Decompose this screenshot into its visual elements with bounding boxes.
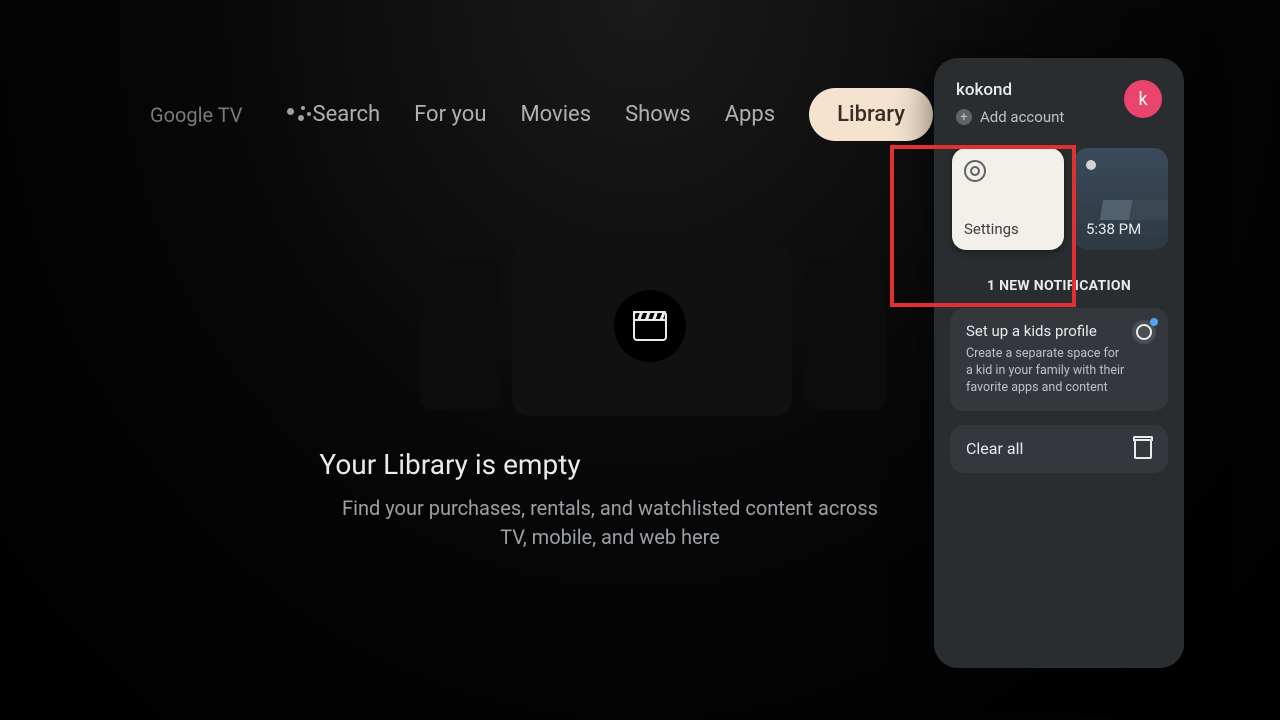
brand-logo: Google TV: [150, 103, 243, 127]
library-card-peek-left: [420, 260, 500, 410]
sun-icon: [1086, 160, 1096, 170]
settings-label: Settings: [964, 220, 1052, 238]
nav-search[interactable]: Search: [287, 102, 381, 127]
add-account-label: Add account: [980, 108, 1064, 126]
nav-shows[interactable]: Shows: [625, 102, 691, 127]
kids-profile-body: Create a separate space for a kid in you…: [966, 346, 1152, 397]
top-nav: Google TV Search For you Movies Shows Ap…: [150, 88, 933, 141]
nav-apps[interactable]: Apps: [725, 102, 775, 127]
trash-icon: [1134, 439, 1152, 459]
clear-all-button[interactable]: Clear all: [950, 425, 1168, 473]
nav-library[interactable]: Library: [809, 88, 933, 141]
plus-icon: +: [956, 109, 972, 125]
nav-movies[interactable]: Movies: [520, 102, 591, 127]
account-name[interactable]: kokond: [956, 80, 1064, 100]
gear-icon: [964, 160, 986, 182]
avatar[interactable]: k: [1124, 80, 1162, 118]
library-card-peek-right: [806, 260, 886, 410]
notification-header: 1 NEW NOTIFICATION: [934, 278, 1184, 294]
mountain-graphic: [1074, 200, 1168, 220]
quick-settings-panel: kokond + Add account k Settings 5:38 PM …: [934, 58, 1184, 668]
clear-all-label: Clear all: [966, 439, 1023, 458]
library-empty-icon-circle: [614, 290, 686, 362]
assistant-icon: [287, 106, 305, 124]
quick-tiles-row: Settings 5:38 PM: [950, 148, 1168, 256]
kids-profile-card[interactable]: Set up a kids profile Create a separate …: [950, 308, 1168, 411]
clock-time: 5:38 PM: [1086, 220, 1156, 238]
add-account-button[interactable]: + Add account: [956, 108, 1064, 126]
account-info: kokond + Add account: [956, 80, 1064, 126]
library-empty-title: Your Library is empty: [0, 448, 900, 481]
nav-for-you[interactable]: For you: [414, 102, 486, 127]
person-icon: [1136, 324, 1152, 340]
nav-search-label: Search: [313, 102, 381, 127]
library-empty-subtitle: Find your purchases, rentals, and watchl…: [330, 494, 890, 552]
google-tv-screen: Google TV Search For you Movies Shows Ap…: [0, 0, 1280, 720]
screensaver-tile[interactable]: 5:38 PM: [1074, 148, 1168, 250]
settings-tile[interactable]: Settings: [952, 148, 1064, 250]
account-row: kokond + Add account k: [934, 58, 1184, 136]
kids-profile-icon: [1132, 320, 1156, 344]
clapperboard-icon: [633, 311, 667, 341]
kids-profile-title: Set up a kids profile: [966, 322, 1152, 340]
